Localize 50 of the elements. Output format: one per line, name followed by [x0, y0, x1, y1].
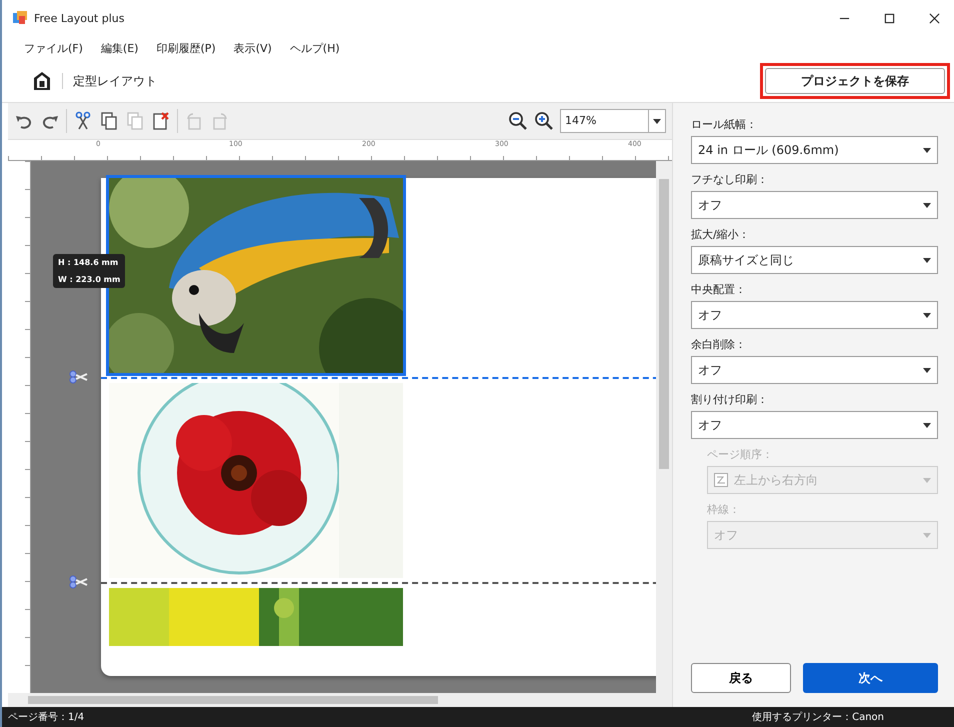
dimension-text: H : 148.6 mm	[58, 258, 120, 267]
scissors-icon[interactable]	[69, 575, 89, 589]
scissors-icon[interactable]	[69, 370, 89, 384]
caret-icon	[923, 368, 931, 372]
app-icon	[12, 10, 28, 26]
save-project-button[interactable]: プロジェクトを保存	[765, 68, 945, 94]
setting-label: ページ順序：	[707, 447, 774, 462]
caret-icon	[923, 202, 931, 208]
setting-dropdown[interactable]: オフ	[691, 411, 938, 439]
setting-label: フチなし印刷：	[691, 172, 769, 187]
breadcrumb-label: 定型レイアウト	[73, 72, 157, 90]
printer-text: 使用するプリンター：Canon	[752, 710, 884, 724]
setting-dropdown[interactable]: オフ	[691, 301, 938, 329]
setting-dropdown[interactable]: オフ	[691, 191, 938, 219]
dimension-text: W : 223.0 mm	[58, 275, 120, 284]
menu-item[interactable]: ファイル(F)	[24, 40, 83, 56]
caret-icon	[923, 312, 931, 318]
setting-label: 拡大/縮小：	[691, 227, 751, 242]
maximize-icon[interactable]	[884, 12, 895, 24]
setting-label: 枠線：	[707, 502, 741, 517]
page-order-icon	[714, 473, 728, 487]
cut-icon[interactable]	[73, 111, 93, 131]
close-icon[interactable]	[929, 12, 940, 24]
setting-label: ロール紙幅：	[691, 117, 758, 132]
page-number-text: ページ番号：1/4	[8, 710, 84, 724]
setting-label: 割り付け印刷：	[691, 392, 769, 407]
menu-item[interactable]: ヘルプ(H)	[290, 40, 340, 56]
caret-icon	[653, 118, 661, 124]
setting-dropdown[interactable]: オフ	[691, 356, 938, 384]
setting-dropdown[interactable]: 原稿サイズと同じ	[691, 246, 938, 274]
menu-item[interactable]: 表示(V)	[234, 40, 272, 56]
copy-icon[interactable]	[99, 111, 119, 131]
home-icon[interactable]	[32, 71, 52, 91]
setting-label: 中央配置：	[691, 282, 747, 297]
zoom-out-icon[interactable]	[508, 111, 528, 131]
menu-item[interactable]: 編集(E)	[100, 40, 138, 56]
window-title: Free Layout plus	[34, 12, 124, 24]
zoom-dropdown[interactable]: 147%	[560, 109, 666, 133]
caret-icon	[923, 478, 931, 482]
caret-icon	[923, 422, 931, 428]
caret-icon	[923, 532, 931, 538]
zoom-in-icon[interactable]	[534, 111, 554, 131]
caret-icon	[923, 258, 931, 262]
next-button[interactable]: 次へ	[803, 663, 938, 693]
caret-icon	[923, 148, 931, 152]
delete-icon[interactable]	[151, 111, 171, 131]
setting-dropdown[interactable]: 24 in ロール (609.6mm)	[691, 136, 938, 164]
menu-item[interactable]: 印刷履歴(P)	[156, 40, 216, 56]
back-button[interactable]: 戻る	[691, 663, 791, 693]
setting-label: 余白削除：	[691, 337, 747, 352]
